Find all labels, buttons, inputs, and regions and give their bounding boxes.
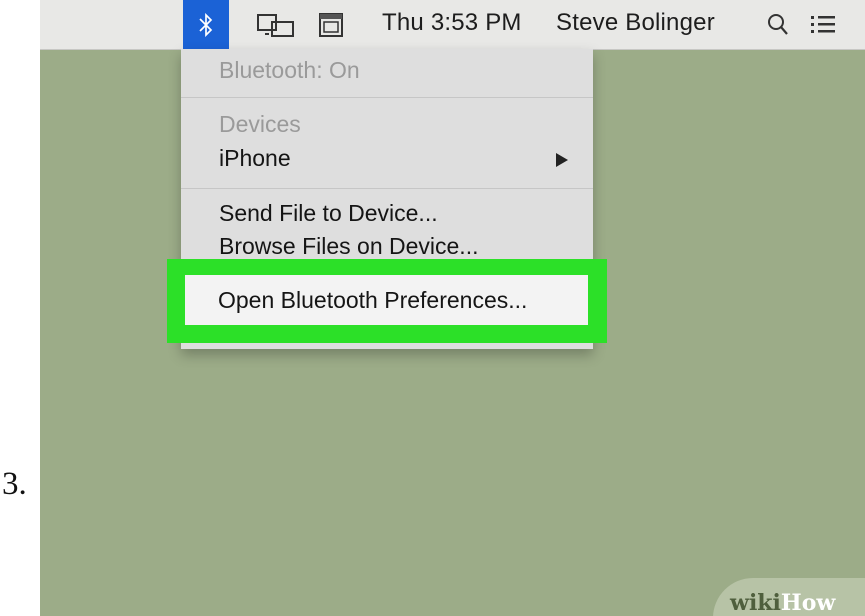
devices-header: Devices bbox=[219, 111, 301, 137]
menu-separator bbox=[181, 97, 593, 98]
airplay-display-icon[interactable] bbox=[256, 13, 296, 37]
send-file-to-device[interactable]: Send File to Device... bbox=[181, 200, 593, 227]
submenu-arrow-icon bbox=[556, 153, 568, 167]
browse-files-on-device[interactable]: Browse Files on Device... bbox=[181, 233, 593, 260]
spotlight-search-icon[interactable] bbox=[767, 13, 789, 37]
device-iphone[interactable]: iPhone bbox=[181, 145, 593, 172]
device-iphone-label: iPhone bbox=[219, 145, 291, 171]
wikihow-logo-part2: How bbox=[780, 590, 836, 616]
menubar-clock[interactable]: Thu 3:53 PM bbox=[382, 9, 522, 37]
menu-separator bbox=[181, 188, 593, 189]
menubar-user-name[interactable]: Steve Bolinger bbox=[556, 9, 715, 37]
bluetooth-icon bbox=[199, 12, 213, 37]
open-bluetooth-preferences[interactable]: Open Bluetooth Preferences... bbox=[185, 275, 588, 325]
menu-bar: Thu 3:53 PM Steve Bolinger bbox=[40, 0, 865, 50]
wikihow-logo-part1: wiki bbox=[730, 590, 781, 616]
keyboard-input-menu-icon[interactable] bbox=[319, 13, 343, 37]
wikihow-logo: wikiHow bbox=[730, 590, 835, 616]
bluetooth-status-menu[interactable] bbox=[183, 0, 229, 49]
step-number: 3. bbox=[2, 466, 27, 502]
bluetooth-status-label: Bluetooth: On bbox=[219, 57, 360, 83]
desktop-screen: Thu 3:53 PM Steve Bolinger Bluetooth: On… bbox=[40, 0, 865, 616]
notification-center-icon[interactable] bbox=[810, 13, 836, 35]
